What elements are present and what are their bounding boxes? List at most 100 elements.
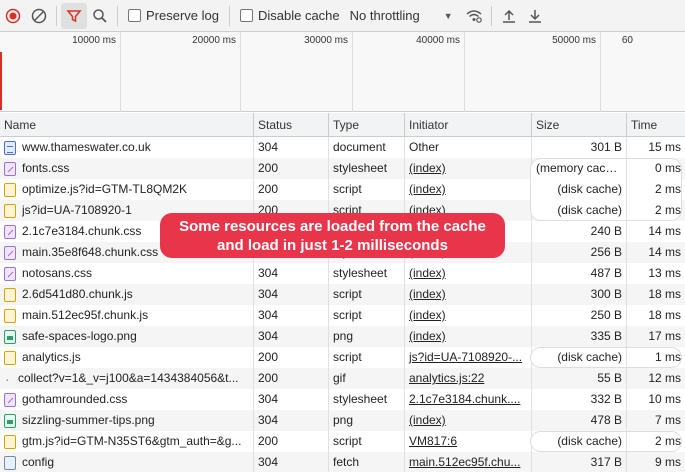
initiator-link[interactable]: (index) [409, 182, 446, 196]
cell-name[interactable]: main.512ec95f.chunk.js [0, 305, 254, 326]
cell-size: 300 B [532, 284, 627, 305]
column-header-size[interactable]: Size [532, 113, 627, 137]
initiator-link[interactable]: (index) [409, 329, 446, 343]
network-overview[interactable]: 10000 ms 20000 ms 30000 ms 40000 ms 5000… [0, 32, 685, 112]
cell-status: 304 [254, 137, 329, 158]
time-value: 2 ms [654, 203, 681, 217]
preserve-log-box[interactable] [128, 9, 141, 22]
initiator-link[interactable]: (index) [409, 287, 446, 301]
network-conditions-button[interactable] [461, 3, 487, 29]
cell-type: png [329, 326, 405, 347]
search-button[interactable] [87, 3, 113, 29]
overview-gridline [464, 32, 465, 112]
table-row[interactable]: gtm.js?id=GTM-N35ST6&gtm_auth=&g... 200 sc… [0, 431, 685, 452]
import-har-button[interactable] [496, 3, 522, 29]
initiator-link[interactable]: (index) [409, 413, 446, 427]
cell-time: 0 ms [627, 158, 685, 179]
overview-gridline [240, 32, 241, 112]
column-header-status[interactable]: Status [254, 113, 329, 137]
time-value: 2 ms [654, 182, 681, 196]
table-row[interactable]: optimize.js?id=GTM-TL8QM2K 200 script (inde… [0, 179, 685, 200]
size-value: 478 B [590, 413, 622, 427]
throttling-select[interactable]: No throttling ▼ [350, 8, 453, 23]
overview-tick-label: 40000 ms [416, 35, 460, 46]
initiator-link[interactable]: main.512ec95f.chu... [409, 455, 520, 469]
initiator-link[interactable]: 2.1c7e3184.chunk.... [409, 392, 520, 406]
request-name: analytics.js [22, 350, 81, 364]
cell-name[interactable]: fonts.css [0, 158, 254, 179]
table-row[interactable]: analytics.js 200 script js?id=UA-7108920-..… [0, 347, 685, 368]
overview-tick-label: 50000 ms [552, 35, 596, 46]
column-header-time[interactable]: Time [627, 113, 685, 137]
size-value: 332 B [590, 392, 622, 406]
initiator-link[interactable]: (index) [409, 308, 446, 322]
cell-name[interactable]: www.thameswater.co.uk [0, 137, 254, 158]
column-header-name[interactable]: Name [0, 113, 254, 137]
time-value: 13 ms [648, 266, 681, 280]
cell-initiator: main.512ec95f.chu... [405, 452, 532, 472]
cell-status: 304 [254, 389, 329, 410]
column-header-initiator[interactable]: Initiator [405, 113, 532, 137]
time-value: 2 ms [654, 434, 681, 448]
toolbar-divider [228, 5, 230, 26]
table-row[interactable]: main.512ec95f.chunk.js 304 script (index) 25… [0, 305, 685, 326]
disable-cache-checkbox[interactable]: Disable cache [239, 8, 340, 23]
export-har-button[interactable] [522, 3, 548, 29]
cell-name[interactable]: 2.6d541d80.chunk.js [0, 284, 254, 305]
preserve-log-label: Preserve log [146, 8, 219, 23]
cell-name[interactable]: analytics.js [0, 347, 254, 368]
table-row[interactable]: notosans.css 304 stylesheet (index) 487 B 13 … [0, 263, 685, 284]
cell-initiator: (index) [405, 326, 532, 347]
script-icon [4, 308, 16, 323]
initiator-link[interactable]: analytics.js:22 [409, 371, 484, 385]
cell-name[interactable]: collect?v=1&_v=j100&a=1434384056&t... [0, 368, 254, 389]
cell-name[interactable]: gtm.js?id=GTM-N35ST6&gtm_auth=&g... [0, 431, 254, 452]
cell-size: 240 B [532, 221, 627, 242]
initiator-link[interactable]: (index) [409, 161, 446, 175]
chevron-down-icon: ▼ [443, 10, 453, 21]
time-value: 14 ms [648, 245, 681, 259]
size-value: 487 B [590, 266, 622, 280]
disable-cache-box[interactable] [239, 9, 253, 22]
download-icon [528, 9, 541, 23]
network-toolbar: Preserve log Disable cache No throttling… [0, 0, 685, 32]
initiator-link[interactable]: (index) [409, 266, 446, 280]
request-name: config [22, 455, 55, 469]
table-row[interactable]: safe-spaces-logo.png 304 png (index) 335 B 17… [0, 326, 685, 347]
request-name: gtm.js?id=GTM-N35ST6&gtm_auth=&g... [22, 434, 242, 448]
table-row[interactable]: 2.6d541d80.chunk.js 304 script (index) 300 B… [0, 284, 685, 305]
initiator-link[interactable]: VM817:6 [409, 434, 457, 448]
stylesheet-icon [4, 245, 16, 260]
filter-icon [66, 9, 82, 22]
filter-button[interactable] [61, 2, 87, 29]
table-row[interactable]: www.thameswater.co.uk 304 document Other 301… [0, 137, 685, 158]
cell-time: 2 ms [627, 431, 685, 452]
preserve-log-checkbox[interactable]: Preserve log [128, 8, 219, 23]
time-value: 10 ms [648, 392, 681, 406]
table-row[interactable]: gothamrounded.css 304 stylesheet 2.1c7e3184… [0, 389, 685, 410]
request-name: optimize.js?id=GTM-TL8QM2K [22, 182, 188, 196]
table-row[interactable]: config 304 fetch main.512ec95f.chu... 317 B 9… [0, 452, 685, 472]
column-header-type[interactable]: Type [329, 113, 405, 137]
table-row[interactable]: sizzling-summer-tips.png 304 png (index) 478… [0, 410, 685, 431]
script-icon [4, 182, 16, 197]
cell-name[interactable]: optimize.js?id=GTM-TL8QM2K [0, 179, 254, 200]
record-button[interactable] [0, 3, 26, 29]
table-row[interactable]: fonts.css 200 stylesheet (index) (memory cac… [0, 158, 685, 179]
cell-name[interactable]: sizzling-summer-tips.png [0, 410, 254, 431]
cell-name[interactable]: gothamrounded.css [0, 389, 254, 410]
time-value: 0 ms [654, 161, 681, 175]
document-icon [4, 140, 16, 155]
table-row[interactable]: collect?v=1&_v=j100&a=1434384056&t... 200… [0, 368, 685, 389]
cell-status: 304 [254, 452, 329, 472]
image-icon [4, 413, 16, 428]
cell-time: 14 ms [627, 242, 685, 263]
initiator-link[interactable]: js?id=UA-7108920-... [409, 350, 522, 364]
cell-name[interactable]: notosans.css [0, 263, 254, 284]
throttling-value: No throttling [349, 8, 420, 23]
clear-button[interactable] [26, 3, 52, 29]
clear-icon [31, 8, 47, 23]
cell-name[interactable]: safe-spaces-logo.png [0, 326, 254, 347]
cell-status: 200 [254, 368, 329, 389]
cell-name[interactable]: config [0, 452, 254, 472]
